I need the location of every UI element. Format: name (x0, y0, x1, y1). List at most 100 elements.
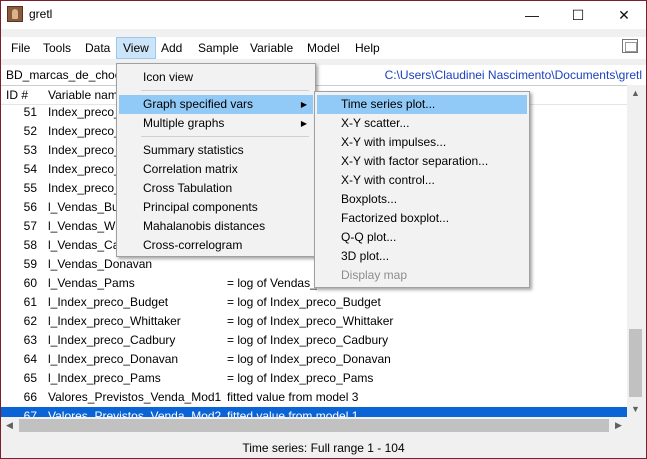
header-variable-name[interactable]: Variable name (48, 88, 125, 102)
menu-item-label: Cross-correlogram (143, 238, 243, 252)
header-id[interactable]: ID # (6, 88, 28, 102)
status-text: Time series: Full range 1 - 104 (242, 441, 405, 455)
menu-item-label: Cross Tabulation (143, 181, 233, 195)
menu-item-label: X-Y with impulses... (341, 135, 447, 149)
menu-view[interactable]: View (116, 37, 156, 59)
menu-separator (141, 136, 309, 137)
table-row[interactable]: 63 l_Index_preco_Cadbury = log of Index_pr… (1, 331, 627, 350)
menu-item-label: X-Y with control... (341, 173, 435, 187)
table-row[interactable]: 65 l_Index_preco_Pams = log of Index_preco… (1, 369, 627, 388)
menu-item-qq-plot[interactable]: Q-Q plot... (317, 228, 527, 247)
menu-item-xy-with-impulses[interactable]: X-Y with impulses... (317, 133, 527, 152)
variable-id: 61 (23, 295, 37, 309)
maximize-button[interactable]: ☐ (555, 1, 601, 29)
menu-item-time-series-plot[interactable]: Time series plot... (317, 95, 527, 114)
variable-name: l_Index_preco_Budget (48, 295, 169, 309)
menu-item-xy-with-factor-separation[interactable]: X-Y with factor separation... (317, 152, 527, 171)
menu-add[interactable]: Add (155, 37, 188, 59)
variable-name: Valores_Previstos_Venda_Mod1 (48, 390, 222, 404)
variable-id: 54 (23, 162, 37, 176)
menu-help[interactable]: Help (349, 37, 386, 59)
dataset-path-bar: BD_marcas_de_chocolate C:\Users\Claudine… (1, 65, 646, 85)
variable-name: l_Vendas_Donavan (48, 257, 153, 271)
menu-item-multiple-graphs[interactable]: Multiple graphs ▶ (119, 114, 313, 133)
menu-item-3d-plot[interactable]: 3D plot... (317, 247, 527, 266)
working-directory[interactable]: C:\Users\Claudinei Nascimento\Documents\… (385, 68, 642, 82)
menu-item-label: Graph specified vars (143, 97, 254, 111)
variable-description: = log of Vendas_ (227, 276, 317, 290)
vertical-scroll-thumb[interactable] (629, 329, 642, 397)
horizontal-scroll-thumb[interactable] (19, 419, 609, 432)
variable-id: 55 (23, 181, 37, 195)
table-row[interactable]: 66 Valores_Previstos_Venda_Mod1 fitted val… (1, 388, 627, 407)
variable-description: = log of Index_preco_Donavan (227, 352, 391, 366)
menu-item-label: X-Y with factor separation... (341, 154, 489, 168)
menu-item-label: 3D plot... (341, 249, 390, 263)
scroll-right-arrow-icon[interactable]: ▶ (610, 417, 627, 433)
variable-description: = log of Index_preco_Pams (227, 371, 374, 385)
menu-model[interactable]: Model (301, 37, 346, 59)
minimize-button[interactable]: — (509, 1, 555, 29)
variable-id: 51 (23, 105, 37, 119)
menu-data[interactable]: Data (79, 37, 116, 59)
menu-item-xy-with-control[interactable]: X-Y with control... (317, 171, 527, 190)
menu-item-icon-view[interactable]: Icon view (119, 68, 313, 87)
menu-item-label: X-Y scatter... (341, 116, 410, 130)
scroll-down-arrow-icon[interactable]: ▼ (627, 401, 644, 417)
menu-item-label: Time series plot... (341, 97, 436, 111)
menu-item-boxplots[interactable]: Boxplots... (317, 190, 527, 209)
toolbar-window-icon[interactable] (622, 39, 638, 53)
dataset-name: BD_marcas_de_chocolate (6, 68, 118, 82)
menu-item-label: Mahalanobis distances (143, 219, 266, 233)
variable-description: fitted value from model 3 (227, 390, 359, 404)
table-row[interactable]: 62 l_Index_preco_Whittaker = log of Index_… (1, 312, 627, 331)
variable-id: 66 (23, 390, 37, 404)
menu-tools[interactable]: Tools (37, 37, 77, 59)
menu-variable[interactable]: Variable (244, 37, 299, 59)
menu-item-correlation-matrix[interactable]: Correlation matrix (119, 160, 313, 179)
scroll-left-arrow-icon[interactable]: ◀ (1, 417, 18, 433)
variable-name: l_Index_preco_Whittaker (48, 314, 181, 328)
submenu-arrow-icon: ▶ (300, 100, 307, 109)
menu-item-mahalanobis-distances[interactable]: Mahalanobis distances (119, 217, 313, 236)
menu-separator (141, 90, 309, 91)
menu-item-label: Display map (341, 268, 408, 282)
menu-item-label: Factorized boxplot... (341, 211, 450, 225)
menu-file[interactable]: File (5, 37, 36, 59)
table-row[interactable]: 64 l_Index_preco_Donavan = log of Index_pr… (1, 350, 627, 369)
menu-item-label: Boxplots... (341, 192, 398, 206)
status-bar: Time series: Full range 1 - 104 (1, 437, 646, 458)
menu-item-principal-components[interactable]: Principal components (119, 198, 313, 217)
menu-item-display-map: Display map (317, 266, 527, 285)
close-button[interactable]: ✕ (601, 1, 646, 29)
variable-id: 52 (23, 124, 37, 138)
title-bar[interactable]: gretl — ☐ ✕ (1, 1, 646, 29)
variable-name: l_Vendas_Bud (48, 200, 126, 214)
menu-item-xy-scatter[interactable]: X-Y scatter... (317, 114, 527, 133)
horizontal-scrollbar[interactable]: ◀ ▶ (1, 417, 627, 434)
scroll-up-arrow-icon[interactable]: ▲ (627, 85, 644, 101)
graph-specified-vars-submenu: Time series plot... X-Y scatter... X-Y wit… (314, 91, 530, 288)
variable-name: Index_preco_ (48, 124, 121, 138)
variable-id: 60 (23, 276, 37, 290)
menu-item-label: Q-Q plot... (341, 230, 397, 244)
menu-bar: File Tools Data View Add Sample Variable… (1, 37, 646, 59)
variable-id: 58 (23, 238, 37, 252)
variable-name: l_Vendas_Wh (48, 219, 123, 233)
menu-item-cross-tabulation[interactable]: Cross Tabulation (119, 179, 313, 198)
menu-item-cross-correlogram[interactable]: Cross-correlogram (119, 236, 313, 255)
menu-item-label: Principal components (143, 200, 258, 214)
menu-item-factorized-boxplot[interactable]: Factorized boxplot... (317, 209, 527, 228)
vertical-scrollbar[interactable]: ▲ ▼ (627, 85, 644, 417)
variable-name: l_Index_preco_Cadbury (48, 333, 176, 347)
variable-id: 65 (23, 371, 37, 385)
menu-item-label: Correlation matrix (143, 162, 238, 176)
menu-item-summary-statistics[interactable]: Summary statistics (119, 141, 313, 160)
menu-item-graph-specified-vars[interactable]: Graph specified vars ▶ (119, 95, 313, 114)
variable-name: Index_preco_ (48, 162, 121, 176)
table-row[interactable]: 61 l_Index_preco_Budget = log of Index_pre… (1, 293, 627, 312)
variable-name: l_Vendas_Pams (48, 276, 135, 290)
menu-sample[interactable]: Sample (192, 37, 245, 59)
variable-name: l_Vendas_Cad (48, 238, 127, 252)
menu-item-label: Multiple graphs (143, 116, 225, 130)
